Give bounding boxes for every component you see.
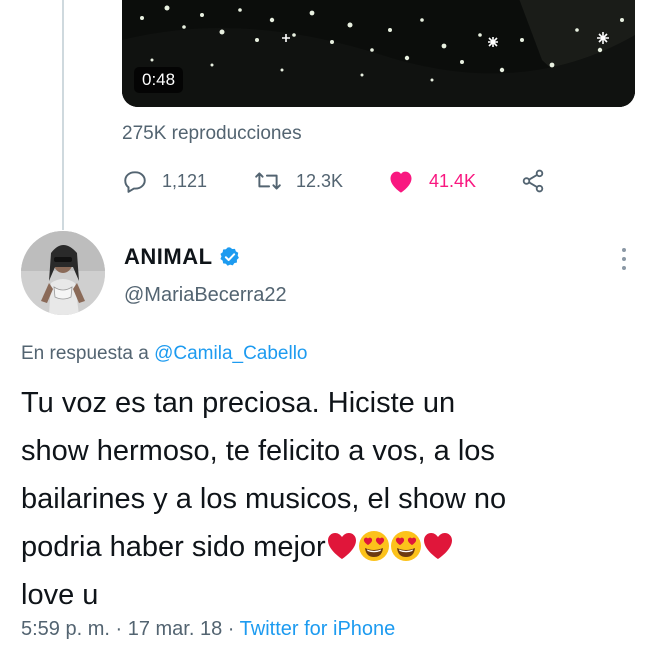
tweet-actions-bar: 1,121 12.3K 41.4K: [122, 165, 562, 197]
retweet-icon: [255, 172, 281, 190]
reply-count: 1,121: [162, 170, 208, 191]
tweet-metadata: 5:59 p. m. · 17 mar. 18 · Twitter for iP…: [21, 618, 395, 641]
tweet-text: Tu voz es tan preciosa. Hiciste un show …: [21, 379, 641, 619]
verified-badge-icon: [220, 247, 239, 266]
like-button[interactable]: 41.4K: [387, 165, 476, 197]
tweet-source-link[interactable]: Twitter for iPhone: [240, 618, 396, 640]
red-heart-emoji-icon: [327, 533, 356, 559]
video-player[interactable]: 0:48: [122, 0, 635, 107]
like-count: 41.4K: [429, 170, 477, 191]
heart-eyes-emoji-icon: [358, 531, 389, 561]
more-dot-icon: [622, 257, 626, 261]
reply-mention-link[interactable]: @Camila_Cabello: [154, 343, 307, 364]
more-dot-icon: [622, 248, 626, 252]
author-name-row: ANIMAL: [124, 244, 241, 270]
meta-separator: ·: [109, 618, 128, 640]
share-button[interactable]: [520, 165, 546, 197]
tweet-text-tail: love u: [21, 579, 99, 611]
avatar-photo: [21, 231, 105, 315]
share-icon: [522, 169, 544, 193]
tweet-time[interactable]: 5:59 p. m.: [21, 618, 110, 640]
retweet-button[interactable]: 12.3K: [254, 165, 343, 197]
author-avatar[interactable]: [21, 231, 105, 315]
reply-prefix: En respuesta a: [21, 343, 155, 364]
author-name[interactable]: ANIMAL: [124, 244, 213, 270]
thread-connector-line: [62, 0, 64, 230]
heart-eyes-emoji-icon: [390, 531, 421, 561]
red-heart-emoji-icon: [423, 533, 452, 559]
reply-context: En respuesta a @Camila_Cabello: [21, 343, 308, 365]
view-count: 275K reproducciones: [122, 123, 302, 144]
reply-button[interactable]: 1,121: [122, 165, 207, 197]
video-duration: 0:48: [134, 67, 184, 93]
heart-filled-icon: [390, 171, 412, 193]
tweet-date[interactable]: 17 mar. 18: [128, 618, 223, 640]
author-handle[interactable]: @MariaBecerra22: [124, 284, 287, 307]
reply-icon: [124, 171, 146, 193]
meta-separator: ·: [222, 618, 240, 640]
more-options-button[interactable]: [614, 248, 634, 270]
retweet-count: 12.3K: [296, 170, 344, 191]
more-dot-icon: [622, 266, 626, 270]
concert-video-frame: [122, 0, 635, 107]
